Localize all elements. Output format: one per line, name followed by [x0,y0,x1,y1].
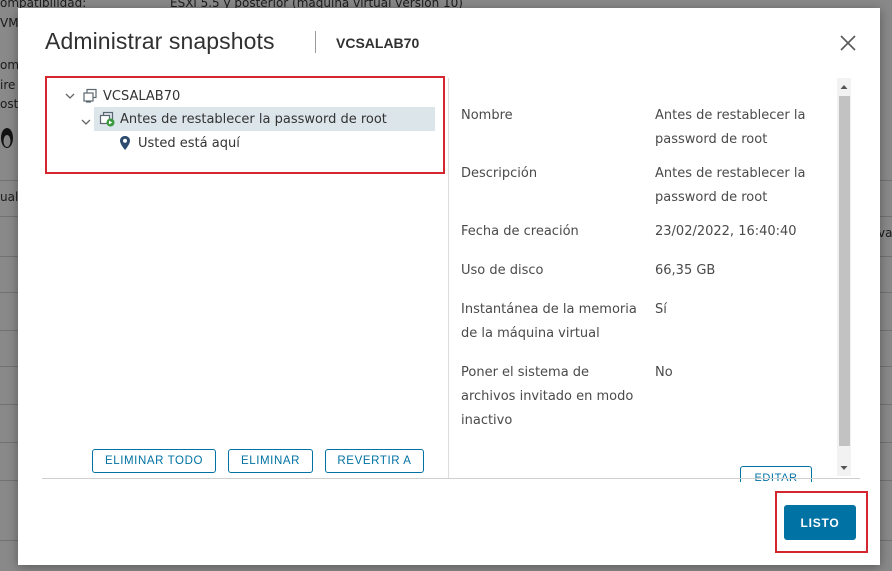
detail-value-quiesce: No [655,365,673,380]
revert-button[interactable]: REVERTIR A [325,449,424,473]
delete-button[interactable]: ELIMINAR [228,449,313,473]
scrollbar-thumb[interactable] [839,96,850,446]
panel-divider [448,78,449,478]
title-separator [315,31,316,53]
detail-label-memory: Instantánea de la memoria de la máquina … [461,302,637,341]
detail-value-created: 23/02/2022, 16:40:40 [655,224,797,239]
scroll-down-icon[interactable] [839,463,849,473]
scroll-up-icon[interactable] [839,82,849,92]
detail-label-created: Fecha de creación [461,224,579,239]
detail-value-description: Antes de restablecer la password de root [655,166,806,205]
detail-value-memory: Sí [655,302,667,317]
highlight-annotation [45,76,445,174]
dialog-title: Administrar snapshots [45,28,275,54]
detail-label-quiesce: Poner el sistema de archivos invitado en… [461,365,634,428]
dialog-subtitle: VCSALAB70 [336,35,420,51]
detail-label-description: Descripción [461,166,538,181]
highlight-annotation [775,491,868,553]
close-button[interactable] [838,33,858,53]
footer-separator [42,478,860,479]
detail-label-name: Nombre [461,108,513,123]
detail-value-name: Antes de restablecer la password de root [655,108,806,147]
detail-value-disk-usage: 66,35 GB [655,263,716,278]
delete-all-button[interactable]: ELIMINAR TODO [92,449,216,473]
edit-button[interactable]: EDITAR [740,466,812,482]
detail-label-disk-usage: Uso de disco [461,263,544,278]
manage-snapshots-dialog: Administrar snapshots VCSALAB70 VCSALAB7… [18,8,880,565]
close-icon [840,35,856,51]
